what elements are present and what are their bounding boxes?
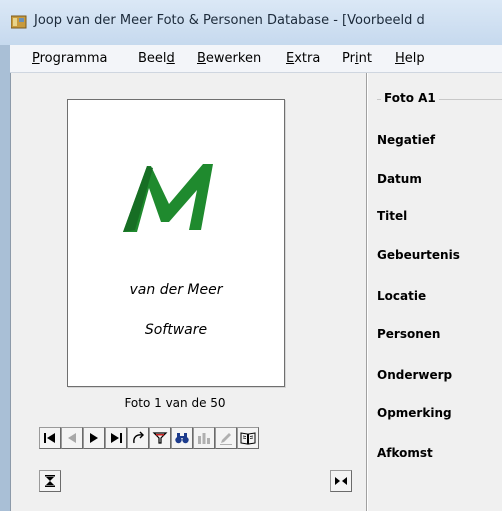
group-title: Foto A1 (381, 91, 439, 105)
menu-extra[interactable]: Extra (286, 51, 320, 66)
previous-icon (68, 433, 76, 443)
logo-line-2: Software (144, 322, 208, 338)
field-label-afkomst: Afkomst (377, 446, 433, 460)
field-label-personen: Personen (377, 327, 441, 341)
binoculars-icon (175, 433, 189, 444)
photo-preview[interactable]: van der Meer Software (67, 99, 285, 387)
field-label-datum: Datum (377, 172, 422, 186)
field-label-onderwerp: Onderwerp (377, 368, 453, 382)
expand-vertical-icon (45, 475, 55, 487)
window-title: Joop van der Meer Foto & Personen Databa… (34, 13, 425, 28)
field-label-gebeurtenis: Gebeurtenis (377, 248, 460, 262)
panel-separator[interactable] (366, 73, 368, 511)
next-button[interactable] (83, 427, 105, 449)
rotate-button[interactable] (127, 427, 149, 449)
chart-icon (198, 433, 210, 444)
last-icon (111, 433, 122, 443)
menu-bewerken[interactable]: Bewerken (197, 51, 261, 66)
menu-beeld[interactable]: Beeld (138, 51, 175, 66)
field-label-opmerking: Opmerking (377, 406, 452, 420)
menu-help[interactable]: Help (395, 51, 425, 66)
field-label-titel: Titel (377, 209, 408, 223)
menu-bar: Programma Beeld Bewerken Extra Print Hel… (10, 45, 502, 73)
menu-programma[interactable]: Programma (32, 51, 108, 66)
edit-button[interactable] (215, 427, 237, 449)
expand-vertical-button[interactable] (39, 470, 61, 492)
field-label-negatief: Negatief (377, 133, 436, 147)
field-label-locatie: Locatie (377, 289, 427, 303)
previous-button[interactable] (61, 427, 83, 449)
filter-button[interactable] (149, 427, 171, 449)
next-icon (90, 433, 98, 443)
first-icon (44, 433, 55, 443)
main-area: van der Meer Software Foto 1 van de 50 F… (10, 73, 502, 511)
company-logo-icon (123, 164, 213, 232)
edit-icon (220, 433, 232, 445)
first-button[interactable] (39, 427, 61, 449)
book-icon (240, 432, 256, 445)
title-bar: Joop van der Meer Foto & Personen Databa… (0, 0, 502, 45)
book-button[interactable] (237, 427, 259, 449)
app-icon (11, 15, 27, 29)
logo-line-1: van der Meer (129, 282, 223, 298)
menu-print[interactable]: Print (342, 51, 372, 66)
filter-icon (152, 432, 168, 444)
rotate-icon (133, 431, 144, 444)
photo-counter: Foto 1 van de 50 (124, 396, 226, 410)
expand-horizontal-button[interactable] (330, 470, 352, 492)
last-button[interactable] (105, 427, 127, 449)
statistics-button[interactable] (193, 427, 215, 449)
search-button[interactable] (171, 427, 193, 449)
expand-horizontal-icon (335, 477, 347, 485)
